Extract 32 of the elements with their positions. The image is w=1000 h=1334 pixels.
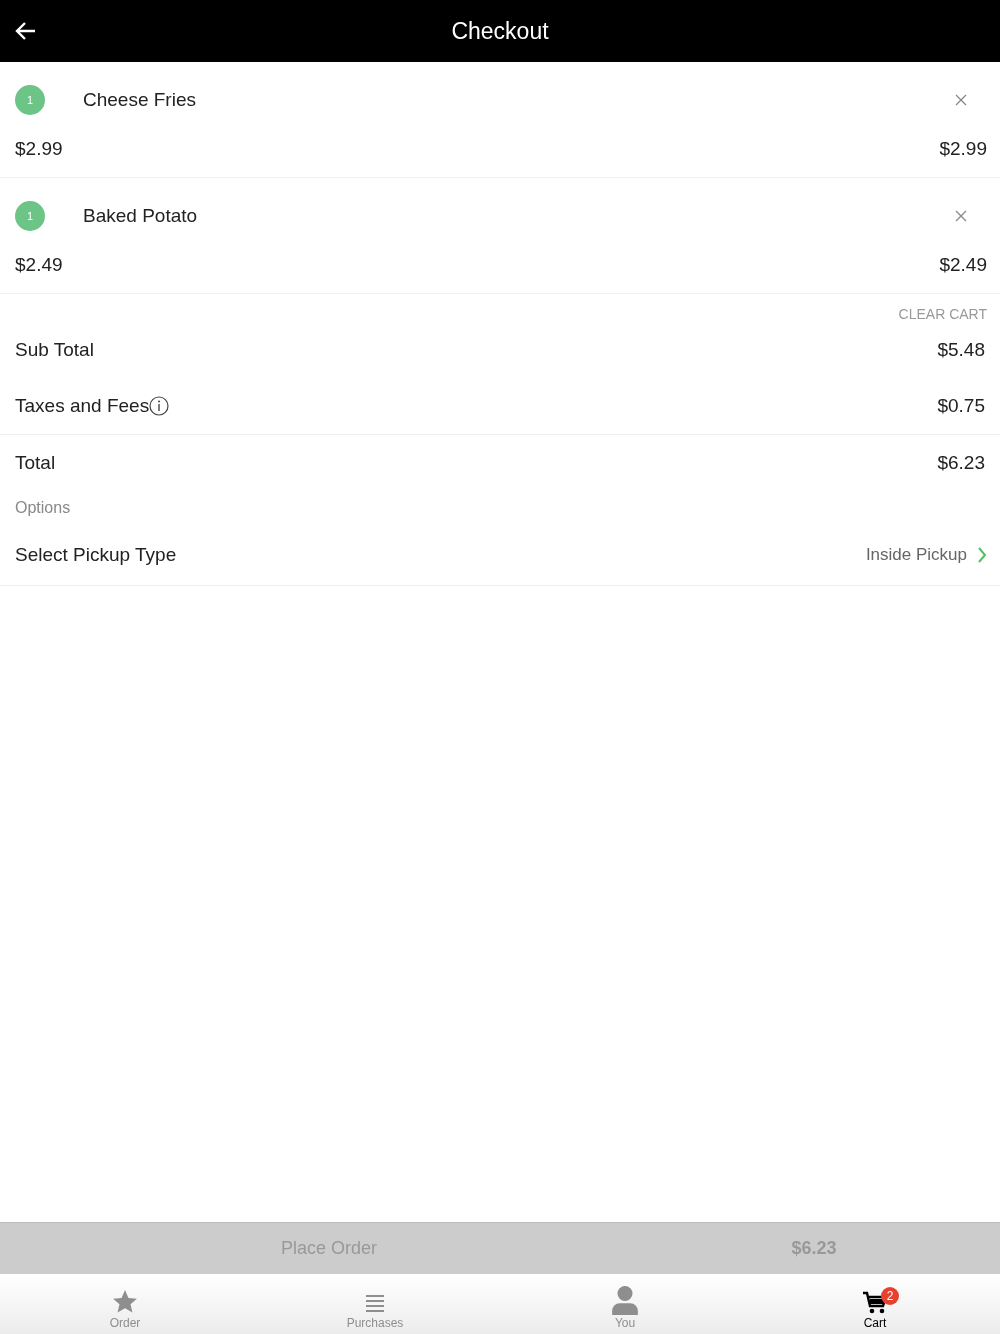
line-total: $2.49 [939,254,987,276]
quantity-badge: 1 [15,201,45,231]
line-total: $2.99 [939,138,987,160]
tab[interactable]: 2 Cart [750,1274,1000,1334]
count-badge: 2 [881,1287,899,1305]
summary-value: $5.48 [937,339,985,361]
tab[interactable]: Purchases [250,1274,500,1334]
unit-price: $2.99 [15,138,63,160]
close-icon[interactable] [955,94,967,106]
option-label: Select Pickup Type [15,544,177,566]
item-name: Cheese Fries [83,89,197,111]
option-value: Inside Pickup [865,545,967,565]
summary-label: Taxes and Fees [15,395,150,417]
person-icon [612,1285,638,1315]
summary-label: Sub Total [15,339,94,361]
quantity-badge: 1 [15,85,45,115]
tab[interactable]: You [500,1274,750,1334]
star-icon [112,1289,138,1315]
pickup-type-row[interactable]: Select Pickup Type Inside Pickup [0,525,1000,586]
page-title: Checkout [451,17,549,45]
info-icon[interactable] [149,396,170,416]
chevron-right-icon [977,547,987,563]
close-icon[interactable] [955,210,967,222]
unit-price: $2.49 [15,254,63,276]
item-name: Baked Potato [83,205,199,227]
summary-value: $0.75 [937,395,985,417]
section-heading: Options [15,499,71,516]
summary-value: $6.23 [937,452,985,474]
summary-label: Total [15,452,56,474]
cart-icon [862,1291,888,1315]
clear-cart-button[interactable]: CLEAR CART [898,306,987,322]
tab[interactable]: Order [0,1274,250,1334]
